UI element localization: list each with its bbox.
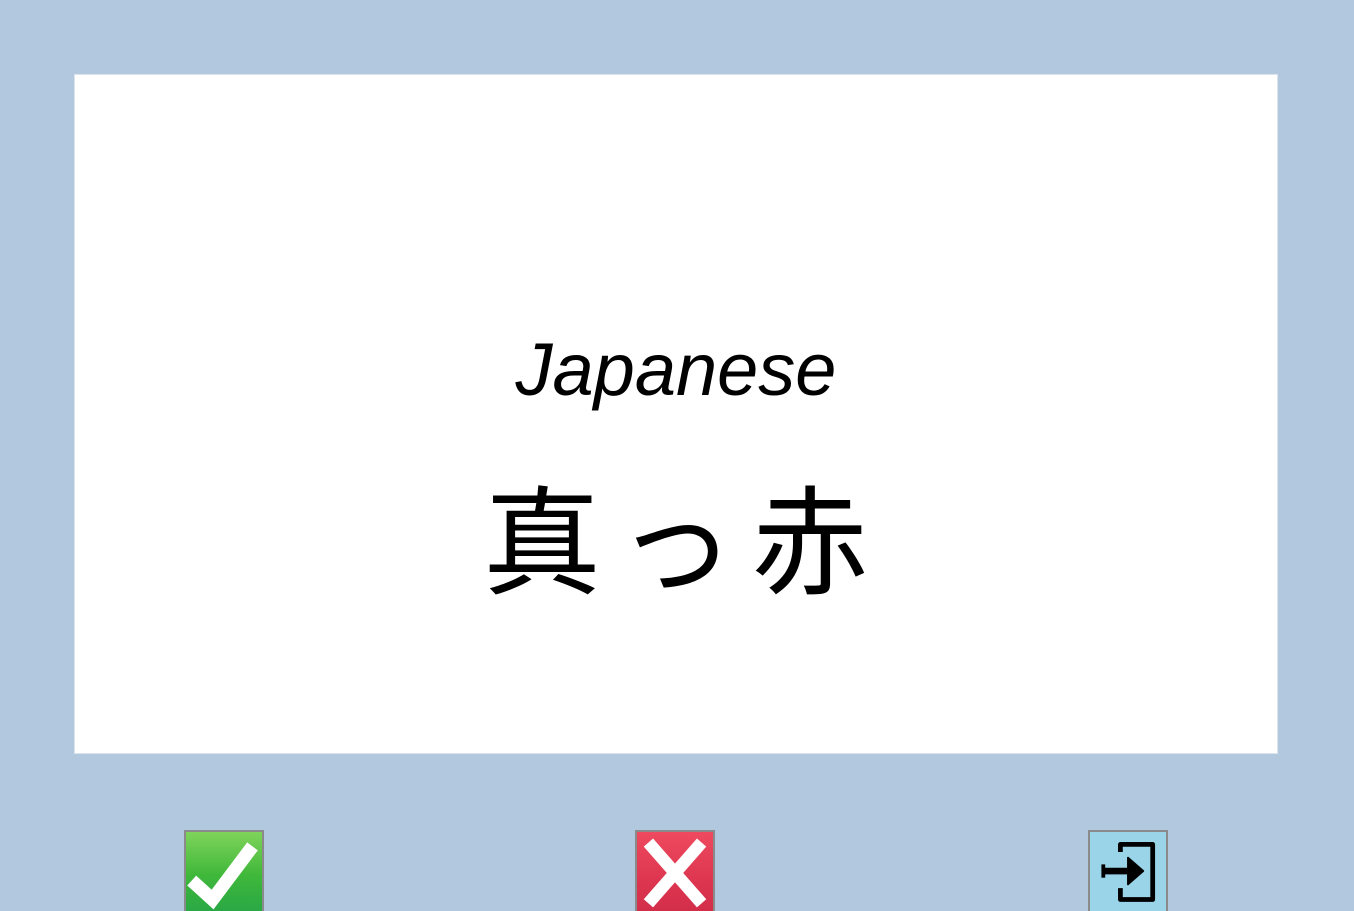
exit-icon: [1101, 842, 1156, 902]
checkmark-icon: [187, 842, 258, 910]
flashcard-word: 真っ赤: [482, 475, 885, 613]
flashcard: Japanese 真っ赤: [74, 74, 1278, 754]
language-label: Japanese: [515, 328, 837, 411]
wrong-button[interactable]: [635, 830, 715, 911]
correct-button[interactable]: [184, 830, 264, 911]
exit-button[interactable]: [1088, 830, 1168, 911]
cross-icon: [643, 838, 707, 908]
